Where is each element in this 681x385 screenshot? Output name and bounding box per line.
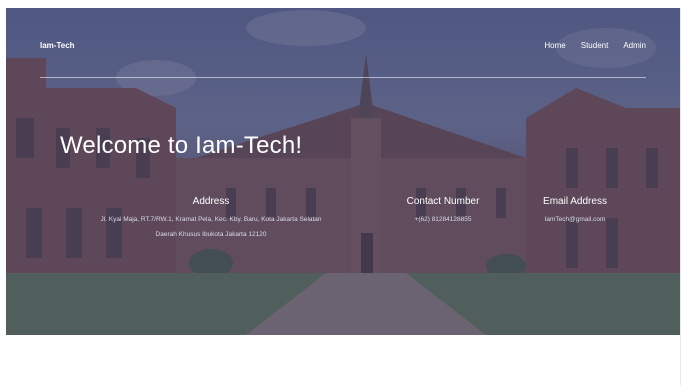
navbar-divider	[40, 77, 646, 78]
email-address: IamTech@gmail.com	[544, 216, 606, 223]
nav-link-student[interactable]: Student	[581, 41, 609, 50]
address-line-1: Jl. Kyai Maja, RT.7/RW.1, Kramat Pela, K…	[100, 216, 322, 223]
hero-section: Iam-Tech Home Student Admin Welcome to I…	[6, 8, 680, 335]
email-title: Email Address	[543, 196, 607, 207]
contact-title: Contact Number	[406, 196, 480, 207]
nav-links: Home Student Admin	[544, 41, 646, 50]
address-line-2: Daerah Khusus Ibukota Jakarta 12120	[155, 231, 267, 238]
welcome-heading: Welcome to Iam-Tech!	[60, 132, 303, 159]
nav-link-home[interactable]: Home	[544, 41, 565, 50]
nav-link-admin[interactable]: Admin	[623, 41, 646, 50]
brand-link[interactable]: Iam-Tech	[40, 41, 75, 50]
navbar: Iam-Tech Home Student Admin	[6, 8, 680, 78]
address-title: Address	[192, 196, 230, 207]
email-block: Email Address IamTech@gmail.com	[530, 196, 620, 227]
address-block: Address Jl. Kyai Maja, RT.7/RW.1, Kramat…	[72, 196, 350, 242]
top-strip	[0, 0, 681, 8]
contact-block: Contact Number +(62) 81284128855	[398, 196, 488, 227]
contact-number: +(62) 81284128855	[414, 216, 472, 223]
